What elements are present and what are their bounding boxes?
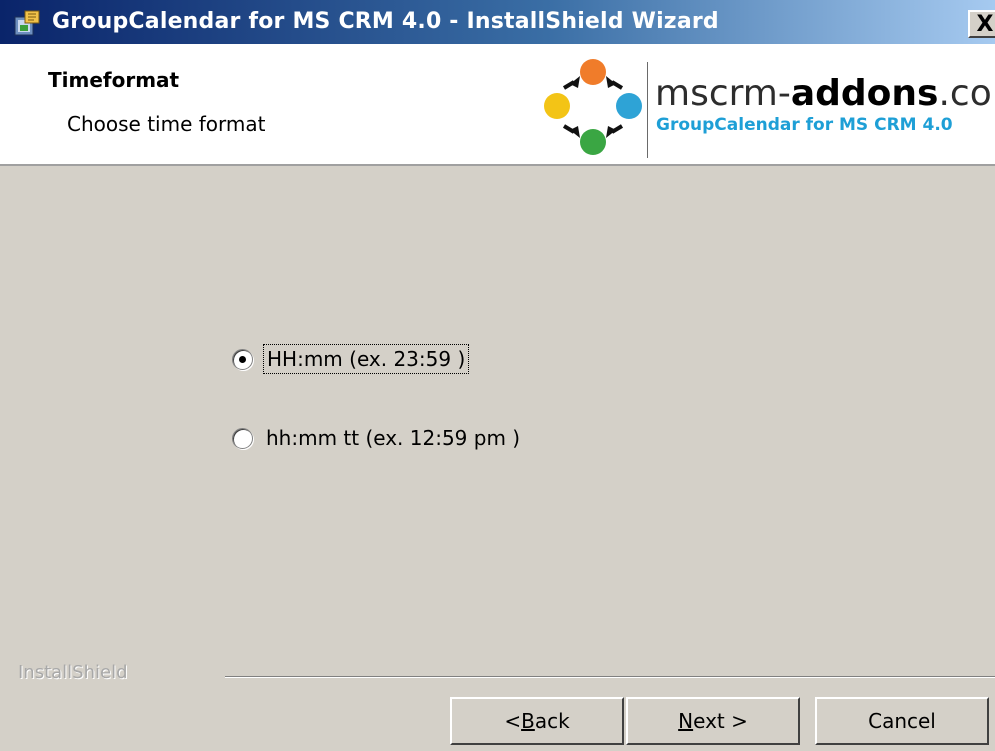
installshield-brand-label: InstallShield [18, 662, 128, 683]
next-rest: ext > [693, 709, 748, 733]
logo-brand-suffix: .com [938, 73, 995, 114]
radio-selected-dot [239, 355, 246, 363]
time-format-option-12h[interactable]: hh:mm tt (ex. 12:59 pm ) [232, 424, 523, 452]
radio-button-24h[interactable] [232, 348, 253, 370]
logo-brand-prefix: mscrm- [655, 73, 791, 114]
page-title: Timeformat [48, 68, 180, 92]
footer-divider [225, 676, 995, 678]
back-button[interactable]: < Back [450, 697, 624, 745]
logo-divider [647, 62, 648, 158]
logo-brand-bold: addons [790, 73, 939, 114]
close-button[interactable]: X [968, 10, 995, 38]
logo-brand-text: mscrm-addons.com [655, 74, 995, 114]
page-subtitle: Choose time format [67, 112, 266, 136]
back-rest: ack [534, 709, 570, 733]
cancel-button[interactable]: Cancel [815, 697, 989, 745]
window-title: GroupCalendar for MS CRM 4.0 - InstallSh… [52, 9, 719, 34]
option-label-24h[interactable]: HH:mm (ex. 23:59 ) [263, 344, 470, 374]
next-button[interactable]: Next > [626, 697, 800, 745]
back-mnemonic: B [521, 709, 535, 733]
time-format-option-24h[interactable]: HH:mm (ex. 23:59 ) [232, 344, 470, 374]
title-bar: GroupCalendar for MS CRM 4.0 - InstallSh… [0, 0, 995, 44]
next-mnemonic: N [678, 709, 694, 733]
option-label-12h[interactable]: hh:mm tt (ex. 12:59 pm ) [263, 424, 523, 452]
radio-button-12h[interactable] [232, 427, 253, 449]
installer-app-icon [14, 10, 40, 36]
back-prefix: < [504, 709, 522, 733]
wizard-header: Timeformat Choose time format mscrm-addo… [0, 44, 995, 166]
logo-tagline: GroupCalendar for MS CRM 4.0 [656, 115, 953, 135]
mscrm-addons-logo-icon [544, 59, 642, 155]
